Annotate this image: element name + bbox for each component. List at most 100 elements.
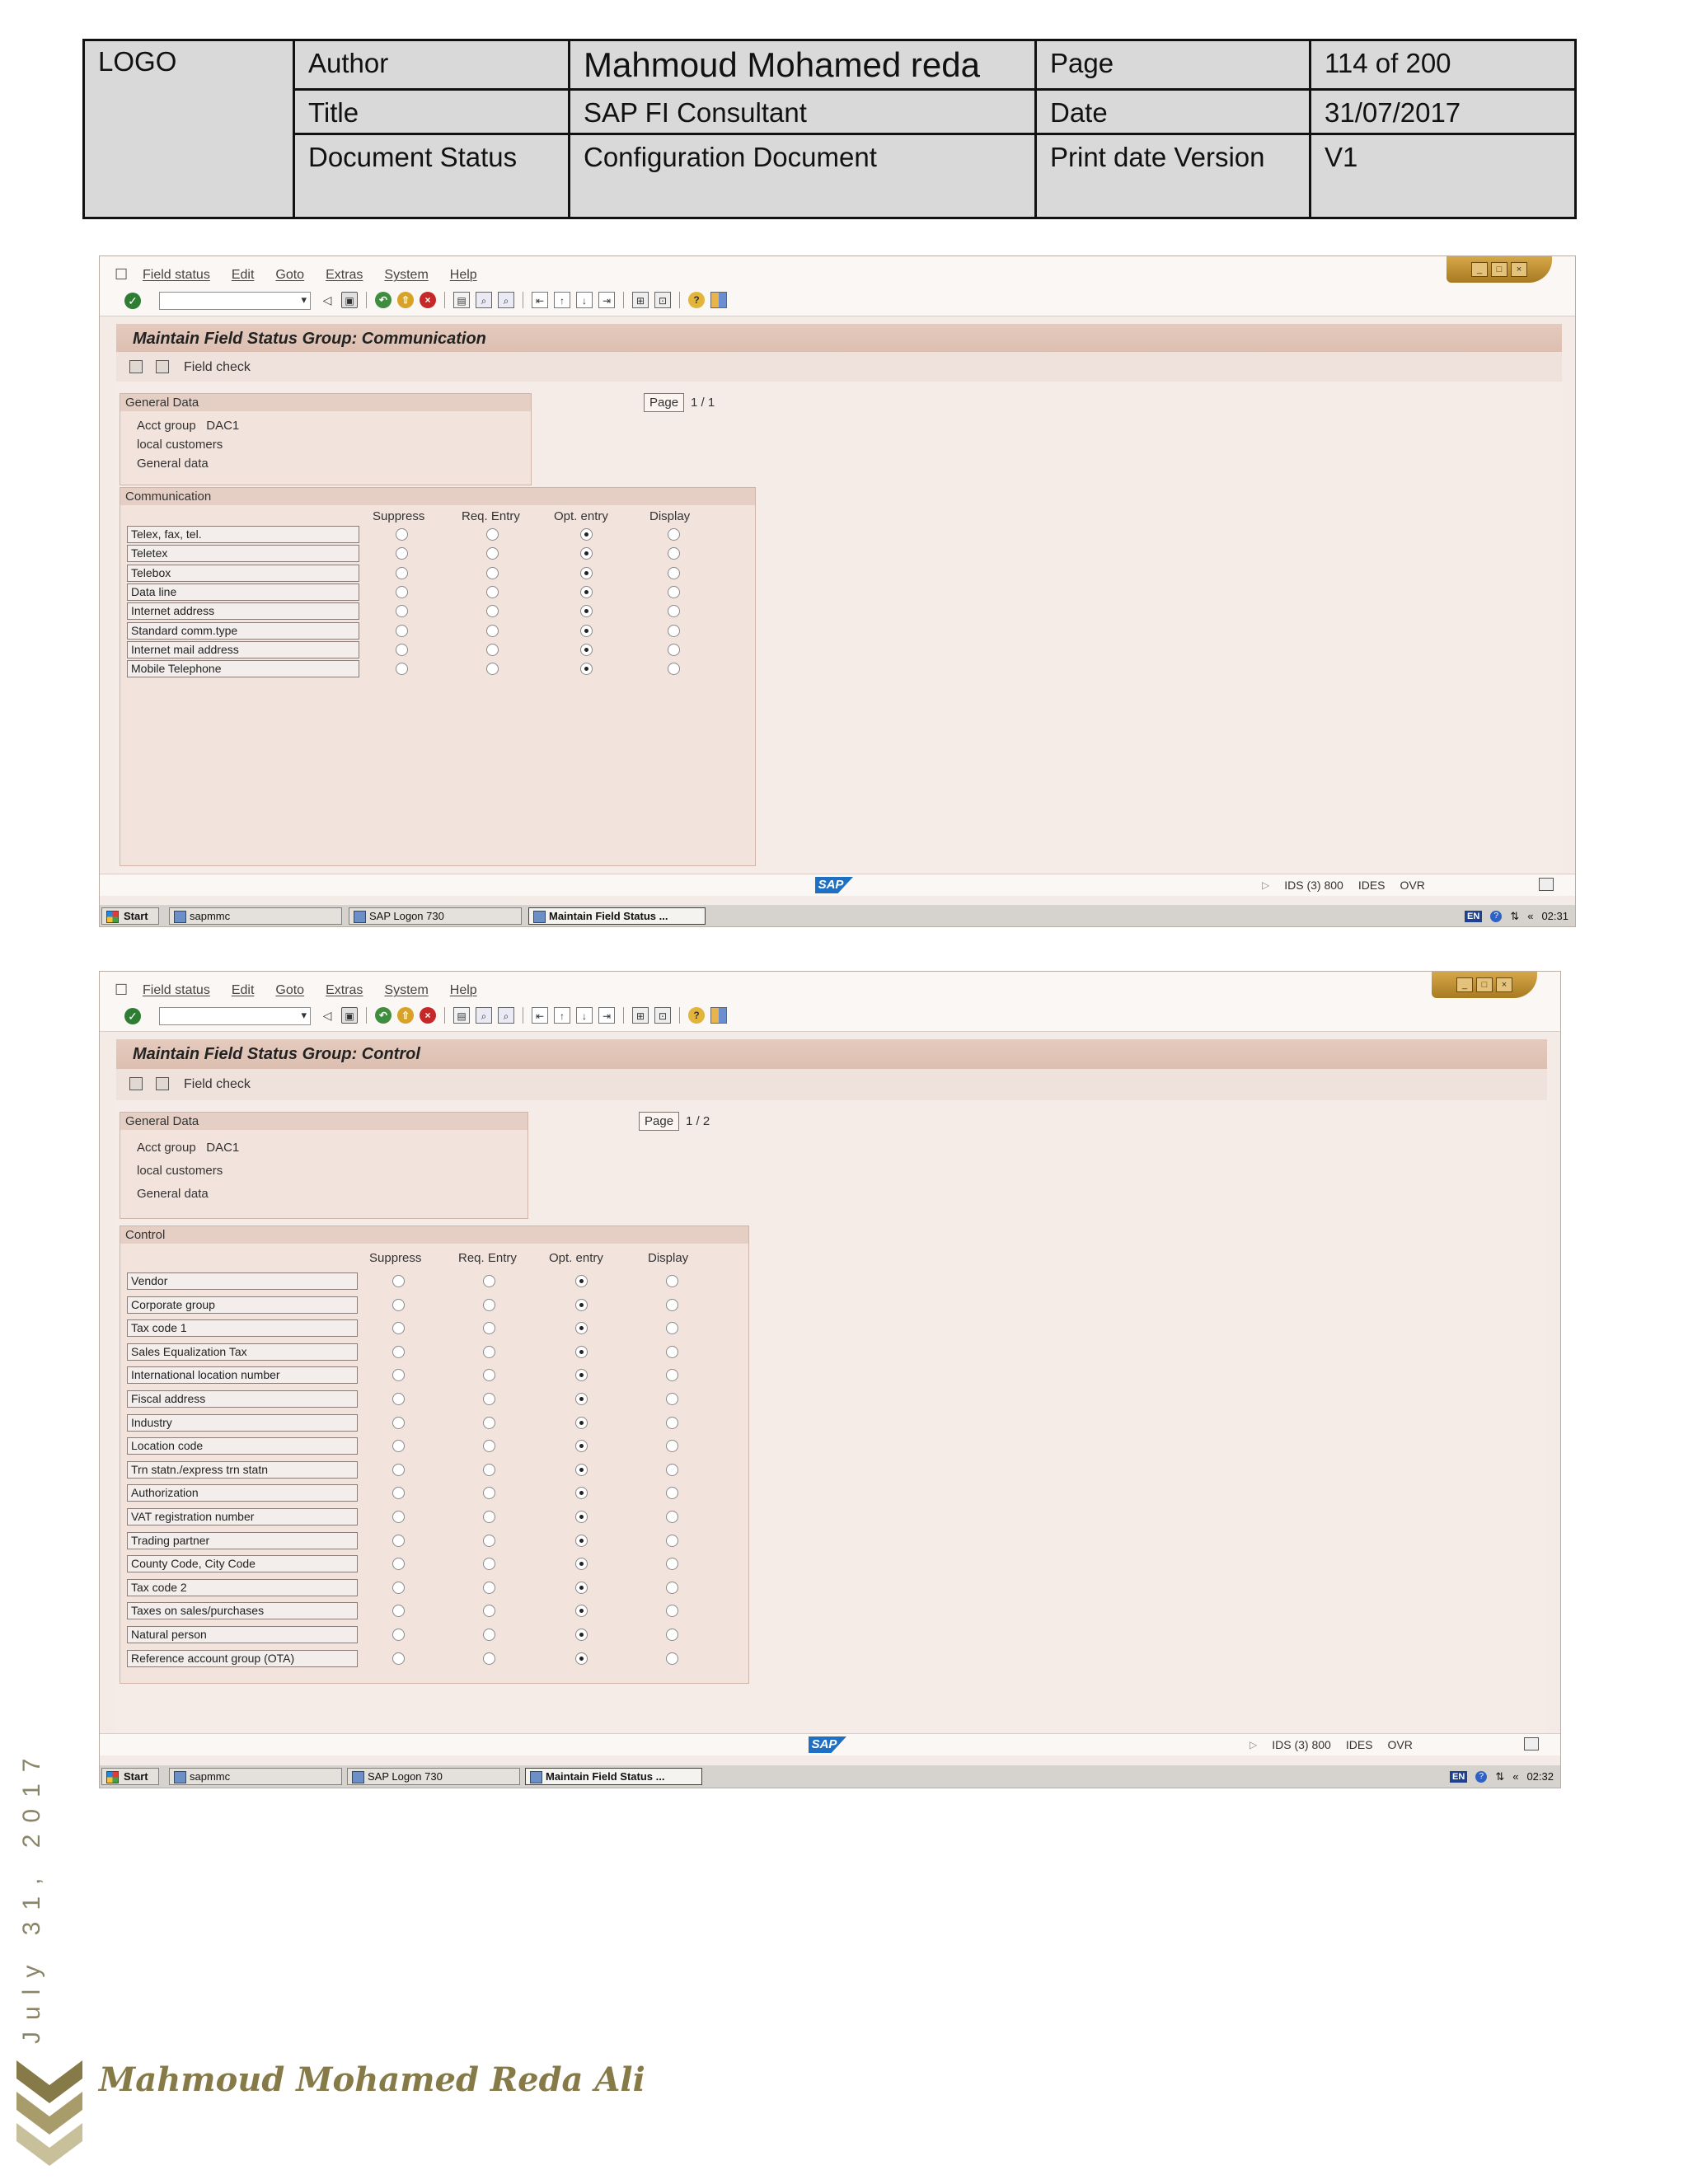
radio-opt-entry[interactable] [575,1416,588,1429]
radio-opt-entry[interactable] [575,1393,588,1405]
radio-req-entry[interactable] [486,624,499,637]
radio-opt-entry[interactable] [575,1463,588,1476]
radio-suppress[interactable] [392,1629,405,1641]
radio-suppress[interactable] [396,528,408,541]
radio-opt-entry[interactable] [575,1322,588,1335]
save-icon[interactable]: ▣ [341,1007,358,1024]
radio-opt-entry[interactable] [575,1511,588,1523]
menu-icon[interactable]: ☐ [115,982,128,999]
field-check-button[interactable]: Field check [184,360,251,375]
radio-display[interactable] [666,1534,678,1547]
radio-req-entry[interactable] [483,1629,495,1641]
radio-suppress[interactable] [392,1440,405,1453]
cancel-icon[interactable]: × [420,292,436,308]
menu-system[interactable]: System [384,268,428,283]
maximize-icon[interactable]: □ [1476,977,1493,992]
taskbar-maintain-field-status[interactable]: Maintain Field Status ... [525,1768,702,1785]
radio-suppress[interactable] [396,585,408,598]
radio-opt-entry[interactable] [575,1369,588,1382]
network-tray-icon[interactable]: ⇅ [1495,1770,1504,1783]
menu-extras[interactable]: Extras [326,268,363,283]
save-icon[interactable]: ▣ [341,292,358,308]
radio-opt-entry[interactable] [575,1534,588,1547]
radio-opt-entry[interactable] [575,1581,588,1594]
close-icon[interactable]: × [1511,262,1527,277]
help-icon[interactable]: ? [688,1007,705,1024]
radio-display[interactable] [668,624,680,637]
radio-suppress[interactable] [392,1534,405,1547]
radio-display[interactable] [666,1440,678,1453]
radio-display[interactable] [666,1275,678,1287]
command-field[interactable] [159,1007,311,1025]
menu-edit[interactable]: Edit [232,983,255,998]
language-indicator[interactable]: EN [1465,910,1483,922]
radio-req-entry[interactable] [483,1558,495,1571]
radio-req-entry[interactable] [483,1322,495,1335]
radio-display[interactable] [666,1581,678,1594]
menu-help[interactable]: Help [450,268,477,283]
radio-suppress[interactable] [392,1487,405,1500]
radio-suppress[interactable] [392,1345,405,1358]
radio-req-entry[interactable] [486,547,499,560]
find-icon[interactable]: ⌕ [476,1007,492,1024]
radio-opt-entry[interactable] [580,605,593,618]
start-button[interactable]: Start [101,907,159,925]
back-icon[interactable]: ↶ [375,1007,392,1024]
radio-opt-entry[interactable] [575,1298,588,1311]
menu-field-status[interactable]: Field status [143,268,210,283]
back-arrow-icon[interactable]: ◁ [319,1007,335,1024]
status-expand-icon[interactable]: ▷ [1250,1739,1257,1750]
radio-opt-entry[interactable] [575,1440,588,1453]
radio-display[interactable] [666,1322,678,1335]
radio-suppress[interactable] [392,1369,405,1382]
radio-display[interactable] [668,643,680,656]
previous-page-icon[interactable]: ↑ [554,1007,570,1024]
radio-display[interactable] [666,1393,678,1405]
first-page-icon[interactable]: ⇤ [532,1007,548,1024]
radio-suppress[interactable] [392,1275,405,1287]
radio-opt-entry[interactable] [575,1652,588,1665]
radio-display[interactable] [666,1463,678,1476]
tray-chevron-icon[interactable]: « [1512,1770,1518,1783]
next-group-icon[interactable] [156,1077,169,1090]
radio-req-entry[interactable] [483,1416,495,1429]
page-field[interactable]: Page [644,393,685,412]
radio-req-entry[interactable] [483,1487,495,1500]
radio-display[interactable] [666,1511,678,1523]
radio-opt-entry[interactable] [575,1629,588,1641]
status-expand-icon[interactable]: ▷ [1262,879,1269,891]
taskbar-sap-logon[interactable]: SAP Logon 730 [347,1768,520,1785]
radio-display[interactable] [666,1298,678,1311]
layout-icon[interactable] [710,1007,727,1024]
close-icon[interactable]: × [1496,977,1512,992]
radio-suppress[interactable] [392,1298,405,1311]
exit-icon[interactable]: ⇧ [397,1007,414,1024]
radio-suppress[interactable] [392,1558,405,1571]
page-field[interactable]: Page [639,1112,680,1131]
radio-suppress[interactable] [392,1511,405,1523]
radio-req-entry[interactable] [483,1581,495,1594]
menu-system[interactable]: System [384,983,428,998]
radio-req-entry[interactable] [483,1605,495,1618]
minimize-icon[interactable]: _ [1471,262,1488,277]
radio-req-entry[interactable] [483,1652,495,1665]
radio-opt-entry[interactable] [580,566,593,579]
menu-edit[interactable]: Edit [232,268,255,283]
radio-display[interactable] [666,1345,678,1358]
new-session-icon[interactable]: ⊞ [632,1007,649,1024]
radio-req-entry[interactable] [483,1393,495,1405]
first-page-icon[interactable]: ⇤ [532,292,548,308]
find-next-icon[interactable]: ⌕ [498,292,514,308]
find-next-icon[interactable]: ⌕ [498,1007,514,1024]
radio-req-entry[interactable] [483,1298,495,1311]
radio-suppress[interactable] [396,663,408,676]
layout-icon[interactable] [710,292,727,308]
new-session-icon[interactable]: ⊞ [632,292,649,308]
help-tray-icon[interactable]: ? [1475,1770,1488,1783]
radio-suppress[interactable] [392,1416,405,1429]
radio-display[interactable] [666,1558,678,1571]
radio-suppress[interactable] [396,624,408,637]
print-icon[interactable]: ▤ [453,292,470,308]
enter-check-icon[interactable]: ✓ [124,293,141,309]
radio-opt-entry[interactable] [580,547,593,560]
